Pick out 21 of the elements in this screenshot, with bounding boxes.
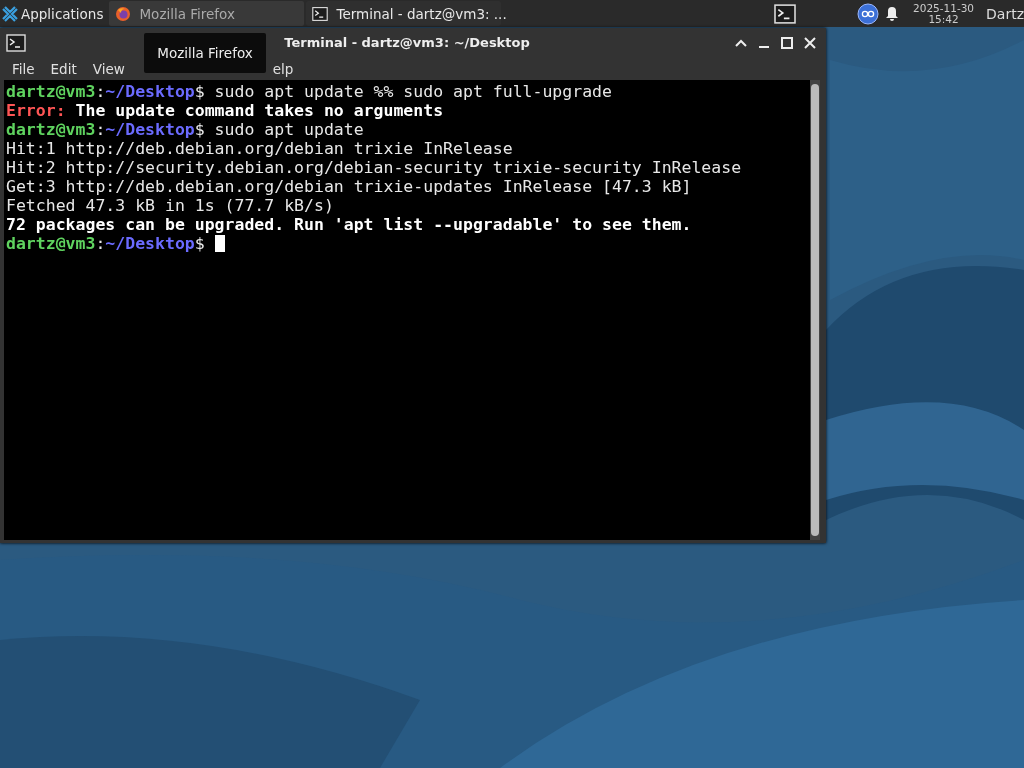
applications-menu[interactable]: Applications xyxy=(2,5,104,22)
clock[interactable]: 2025-11-30 15:42 xyxy=(913,2,975,25)
menu-item[interactable]: elp xyxy=(272,60,302,77)
scrollbar[interactable] xyxy=(810,80,820,540)
x-logo-icon xyxy=(2,5,18,22)
user-name[interactable]: Dartz xyxy=(986,5,1024,22)
tooltip: Mozilla Firefox xyxy=(144,33,266,73)
window-title: Terminal - dartz@vm3: ~/Desktop xyxy=(283,35,531,50)
close-icon xyxy=(802,34,818,51)
maximize-icon xyxy=(779,34,795,51)
menu-item[interactable]: View xyxy=(84,60,133,77)
terminal-icon xyxy=(312,5,329,22)
bell-icon[interactable] xyxy=(885,5,899,22)
text-cursor xyxy=(214,235,225,252)
menu-item[interactable]: File xyxy=(4,60,43,77)
minimize-icon xyxy=(759,45,769,48)
terminal-icon xyxy=(6,33,26,52)
menu-item[interactable]: Edit xyxy=(42,60,85,77)
terminal-launcher-icon xyxy=(771,3,799,24)
fox-globe-icon xyxy=(115,5,132,22)
taskbar-button[interactable]: Mozilla Firefox xyxy=(109,1,305,26)
